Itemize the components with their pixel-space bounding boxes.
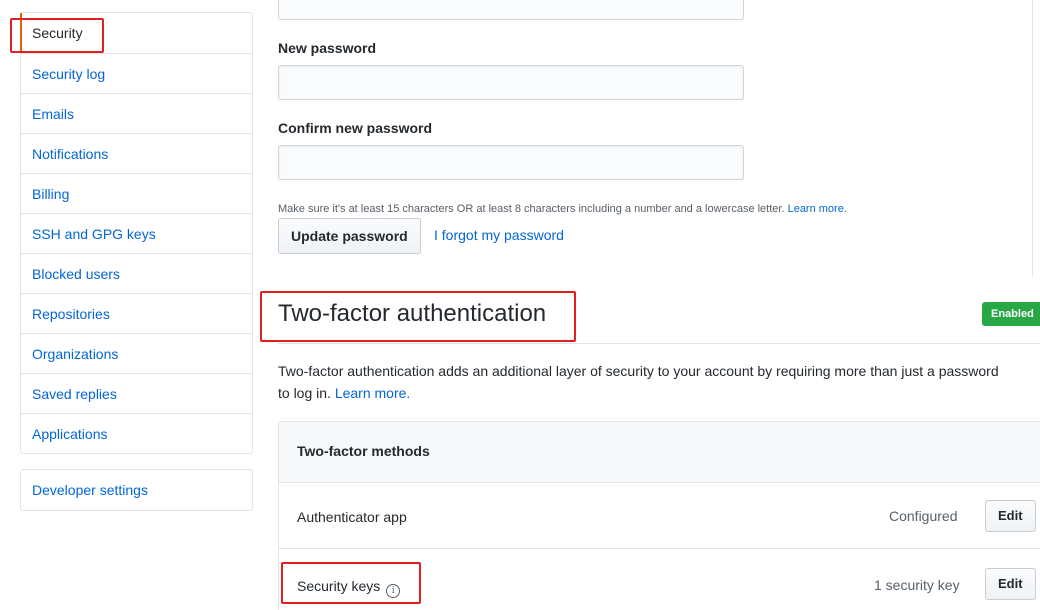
sidebar-item-repositories[interactable]: Repositories xyxy=(21,293,252,333)
sidebar-item-security-log[interactable]: Security log xyxy=(21,53,252,93)
sidebar-item-label: Billing xyxy=(32,186,70,202)
sidebar-item-label: Repositories xyxy=(32,306,110,322)
two-factor-methods-box: Two-factor methods Authenticator app Con… xyxy=(278,421,1040,610)
edit-security-keys-button[interactable]: Edit xyxy=(985,568,1036,600)
method-status-security-keys: 1 security key xyxy=(874,577,960,593)
forgot-password-link[interactable]: I forgot my password xyxy=(434,227,564,243)
sidebar-item-saved-replies[interactable]: Saved replies xyxy=(21,373,252,413)
sidebar-item-label: Developer settings xyxy=(32,482,148,498)
status-badge: Enabled xyxy=(982,302,1040,326)
sidebar-item-blocked-users[interactable]: Blocked users xyxy=(21,253,252,293)
two-factor-description: Two-factor authentication adds an additi… xyxy=(278,360,1040,404)
password-hint: Make sure it's at least 15 characters OR… xyxy=(278,203,847,215)
edit-authenticator-app-button[interactable]: Edit xyxy=(985,500,1036,532)
sidebar-item-applications[interactable]: Applications xyxy=(21,413,252,453)
update-password-button[interactable]: Update password xyxy=(278,218,421,254)
sidebar-item-ssh-gpg-keys[interactable]: SSH and GPG keys xyxy=(21,213,252,253)
sidebar-item-label: Notifications xyxy=(32,146,109,162)
sidebar-item-label: Saved replies xyxy=(32,386,117,402)
new-password-label: New password xyxy=(278,40,377,56)
sidebar-item-notifications[interactable]: Notifications xyxy=(21,133,252,173)
sidebar-item-label: Security xyxy=(32,25,83,41)
two-factor-description-line2: to log in. xyxy=(278,385,331,401)
old-password-field[interactable] xyxy=(278,0,744,20)
confirm-password-field[interactable] xyxy=(278,145,744,180)
password-hint-learn-more-link[interactable]: Learn more. xyxy=(788,203,847,215)
sidebar-item-label: Emails xyxy=(32,106,75,122)
sidebar-item-label: SSH and GPG keys xyxy=(32,226,156,242)
methods-header: Two-factor methods xyxy=(279,422,1040,483)
two-factor-learn-more-link[interactable]: Learn more. xyxy=(335,385,410,401)
sidebar-item-billing[interactable]: Billing xyxy=(21,173,252,213)
info-icon[interactable]: i xyxy=(386,584,401,598)
sidebar-item-label: Organizations xyxy=(32,346,119,362)
two-factor-description-text: Two-factor authentication adds an additi… xyxy=(278,363,999,379)
right-panel-edge xyxy=(1032,0,1040,276)
settings-sidebar: Security Security log Emails Notificatio… xyxy=(20,12,253,454)
new-password-field[interactable] xyxy=(278,65,744,100)
sidebar-item-label: Security log xyxy=(32,66,106,82)
method-status-authenticator-app: Configured xyxy=(889,508,958,524)
password-hint-text: Make sure it's at least 15 characters OR… xyxy=(278,203,785,215)
two-factor-title: Two-factor authentication xyxy=(278,300,547,327)
security-keys-label: Security keys xyxy=(297,578,381,594)
sidebar-item-emails[interactable]: Emails xyxy=(21,93,252,133)
section-divider xyxy=(278,343,1040,344)
methods-header-title: Two-factor methods xyxy=(297,443,430,459)
sidebar-item-developer-settings[interactable]: Developer settings xyxy=(21,470,252,510)
developer-settings-menu: Developer settings xyxy=(20,469,253,511)
sidebar-item-security[interactable]: Security xyxy=(20,13,252,53)
sidebar-item-label: Blocked users xyxy=(32,266,120,282)
sidebar-item-label: Applications xyxy=(32,426,108,442)
method-label-authenticator-app: Authenticator app xyxy=(297,509,407,525)
confirm-password-label: Confirm new password xyxy=(278,120,433,136)
sidebar-item-organizations[interactable]: Organizations xyxy=(21,333,252,373)
method-row-divider xyxy=(279,548,1040,549)
method-label-security-keys: Security keys i xyxy=(297,578,401,598)
